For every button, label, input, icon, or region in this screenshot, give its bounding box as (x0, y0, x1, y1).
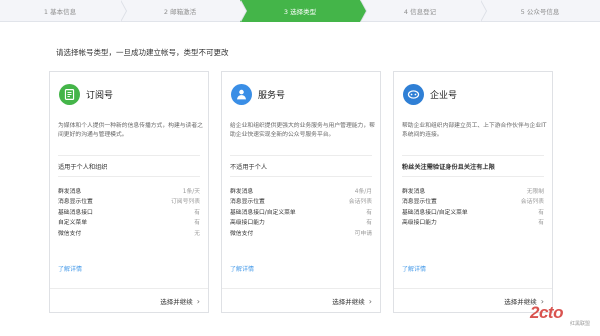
feature-name: 群发消息 (58, 188, 82, 195)
enterprise-icon (403, 84, 424, 105)
card-scope: 不适用于个人 (230, 164, 268, 171)
divider (402, 155, 544, 156)
feature-name: 消息显示位置 (58, 199, 93, 206)
feature-row: 消息显示位置 会话列表 (402, 196, 544, 207)
account-type-cards: 订阅号 为媒体和个人提供一种新的信息传播方式，构建与读者之间更好的沟通与管理模式… (49, 71, 554, 313)
learn-more-link[interactable]: 了解详情 (402, 264, 426, 273)
step-label: 2 邮箱激活 (163, 8, 197, 16)
divider (58, 155, 200, 156)
feature-name: 群发消息 (230, 188, 254, 195)
feature-list: 群发消息 1条/天 消息显示位置 订阅号列表 基础消息接口有 自定义菜单有 微信支付… (58, 185, 200, 238)
feature-row: 群发消息 无限制 (402, 185, 544, 196)
watermark: 2cto 红黑联盟 (530, 303, 594, 331)
feature-name: 微信支付 (58, 230, 82, 237)
card-scope: 适用于个人和组织 (58, 164, 108, 171)
feature-row: 消息显示位置 会话列表 (230, 196, 372, 207)
feature-row: 群发消息 1条/天 (58, 185, 200, 196)
card-description: 为媒体和个人提供一种新的信息传播方式，构建与读者之间更好的沟通与管理模式。 (58, 123, 203, 138)
feature-value: 有 (538, 209, 544, 216)
step-label: 3 选择类型 (283, 8, 317, 16)
card-title: 企业号 (430, 91, 458, 101)
feature-value: 会话列表 (348, 199, 372, 206)
feature-row: 微信支付 无 (58, 227, 200, 238)
select-continue-button[interactable]: 选择并继续 › (160, 296, 200, 307)
step-basic-info: 1 基本信息 (0, 0, 127, 22)
feature-row: 高级接口能力 有 (402, 217, 544, 228)
step-progress-bar: 1 基本信息 2 邮箱激活 3 选择类型 4 信息登记 5 公众号信息 (0, 0, 600, 22)
feature-row: 微信支付 可申请 (230, 227, 372, 238)
feature-value: 无限制 (526, 188, 544, 195)
select-continue-label: 选择并继续 (160, 298, 193, 306)
chevron-right-icon: › (196, 296, 200, 306)
feature-value: 有 (366, 209, 372, 216)
feature-name: 高级接口能力 (402, 220, 437, 227)
feature-value: 有 (366, 220, 372, 227)
feature-row: 基础消息接口 有 (58, 206, 200, 217)
feature-row: 高级接口能力 有 (230, 217, 372, 228)
learn-more-link[interactable]: 了解详情 (230, 264, 254, 273)
feature-list: 群发消息 无限制 消息显示位置 会话列表 基础消息接口/自定义菜单有 高级接口能力有 (402, 185, 544, 227)
feature-value: 有 (194, 220, 200, 227)
feature-row: 自定义菜单 有 (58, 217, 200, 228)
card-description: 帮助企业和组织内部建立员工、上下游合作伙伴与企业IT系统间的连接。 (402, 123, 547, 138)
divider (50, 288, 208, 289)
watermark-subtitle: 红黑联盟 (570, 321, 591, 327)
feature-value: 无 (194, 230, 200, 237)
feature-name: 基础消息接口/自定义菜单 (402, 209, 468, 216)
feature-list: 群发消息 4条/月 消息显示位置 会话列表 基础消息接口/自定义菜单有 高级接口能力… (230, 185, 372, 238)
feature-name: 高级接口能力 (230, 220, 265, 227)
card-description: 给企业和组织提供更强大的业务服务与用户管理能力，帮助企业快速实现全新的公众号服务… (230, 123, 375, 138)
card-title: 服务号 (258, 91, 286, 101)
divider (222, 288, 380, 289)
feature-name: 基础消息接口 (58, 209, 93, 216)
feature-value: 可申请 (354, 230, 372, 237)
step-email-activation: 2 邮箱激活 (120, 0, 247, 22)
card-service: 服务号 给企业和组织提供更强大的业务服务与用户管理能力，帮助企业快速实现全新的公… (221, 71, 381, 313)
divider (230, 155, 372, 156)
card-enterprise: 企业号 帮助企业和组织内部建立员工、上下游合作伙伴与企业IT系统间的连接。 粉丝… (393, 71, 553, 313)
card-title: 订阅号 (86, 91, 114, 101)
feature-name: 自定义菜单 (58, 220, 87, 227)
feature-name: 消息显示位置 (402, 199, 437, 206)
card-header: 企业号 (403, 84, 457, 105)
card-scope: 粉丝关注需验证身份且关注有上限 (402, 164, 495, 171)
learn-more-link[interactable]: 了解详情 (58, 264, 82, 273)
chevron-right-icon: › (368, 296, 372, 306)
card-subscription: 订阅号 为媒体和个人提供一种新的信息传播方式，构建与读者之间更好的沟通与管理模式… (49, 71, 209, 313)
feature-value: 4条/月 (354, 188, 372, 195)
divider (402, 176, 544, 177)
step-info-registration: 4 信息登记 (360, 0, 487, 22)
divider (230, 176, 372, 177)
card-header: 服务号 (231, 84, 285, 105)
feature-name: 基础消息接口/自定义菜单 (230, 209, 296, 216)
select-continue-label: 选择并继续 (332, 298, 365, 306)
watermark-logo: 2cto (530, 303, 563, 322)
step-account-info: 5 公众号信息 (480, 0, 600, 22)
service-icon (231, 84, 252, 105)
feature-name: 消息显示位置 (230, 199, 265, 206)
feature-name: 微信支付 (230, 230, 254, 237)
divider (394, 288, 552, 289)
feature-value: 会话列表 (520, 199, 544, 206)
feature-row: 群发消息 4条/月 (230, 185, 372, 196)
instruction-text: 请选择帐号类型，一旦成功建立帐号，类型不可更改 (56, 48, 229, 57)
feature-value: 有 (538, 220, 544, 227)
step-label: 1 基本信息 (43, 8, 77, 16)
select-continue-button[interactable]: 选择并继续 › (332, 296, 372, 307)
step-label: 4 信息登记 (403, 8, 437, 16)
step-choose-type: 3 选择类型 (240, 0, 367, 22)
feature-value: 1条/天 (182, 188, 200, 195)
feature-name: 群发消息 (402, 188, 426, 195)
card-header: 订阅号 (59, 84, 113, 105)
feature-row: 基础消息接口/自定义菜单 有 (402, 206, 544, 217)
divider (58, 176, 200, 177)
step-label: 5 公众号信息 (520, 8, 560, 16)
subscription-icon (59, 84, 80, 105)
feature-value: 订阅号列表 (171, 199, 200, 206)
feature-row: 基础消息接口/自定义菜单 有 (230, 206, 372, 217)
feature-row: 消息显示位置 订阅号列表 (58, 196, 200, 207)
feature-value: 有 (194, 209, 200, 216)
